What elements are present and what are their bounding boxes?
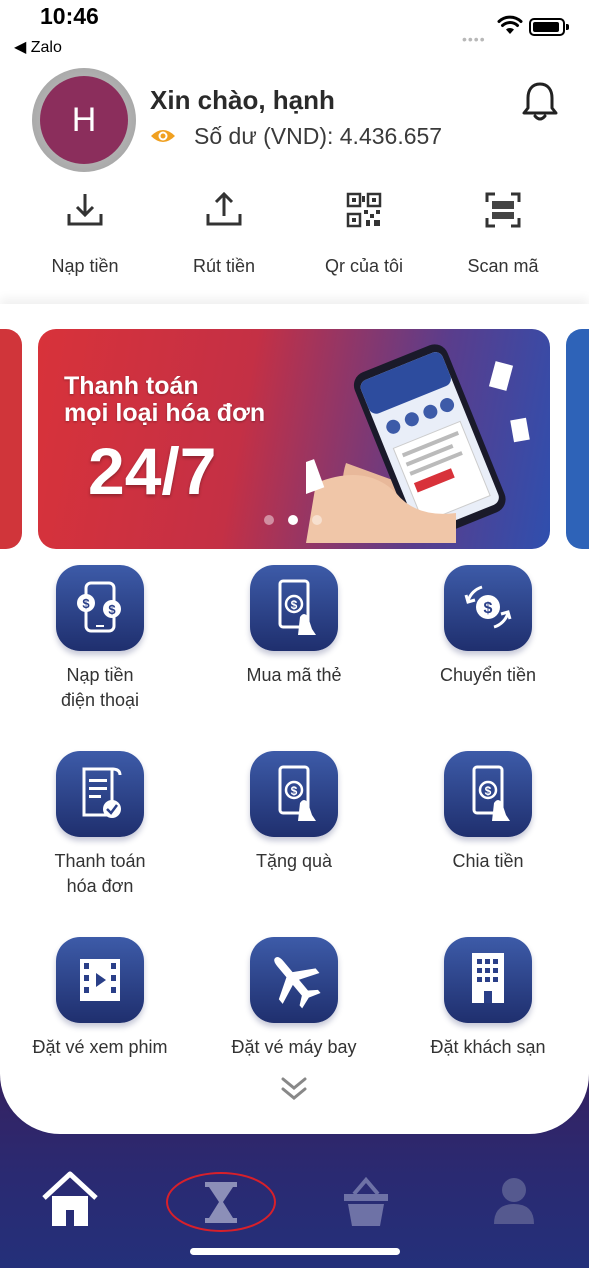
service-label: Nạp tiền điện thoại (60, 665, 140, 710)
quick-action-my-qr[interactable]: Qr của tôi (294, 190, 434, 280)
battery-icon (529, 18, 569, 36)
scan-icon (485, 192, 521, 228)
movie-ticket-icon (56, 937, 144, 1023)
greeting-text: Xin chào, hạnh (150, 85, 335, 115)
quick-action-topup[interactable]: Nạp tiền (15, 190, 155, 280)
svg-text:$: $ (291, 784, 298, 798)
hotel-icon (444, 937, 532, 1023)
service-label: Đặt vé xem phim (32, 1037, 168, 1057)
avatar[interactable]: H (40, 76, 128, 164)
user-icon[interactable] (484, 1168, 544, 1232)
download-icon (67, 194, 103, 226)
home-indicator[interactable] (190, 1248, 400, 1255)
promo-banner[interactable]: Thanh toán mọi loại hóa đơn 24/7 (38, 329, 550, 549)
phone-topup-icon: $ $ (56, 565, 144, 651)
phone-in-hand-illustration (306, 344, 530, 543)
quick-action-label: Scan mã (467, 256, 539, 276)
home-icon[interactable] (40, 1168, 100, 1232)
banner-dot-active[interactable] (288, 515, 298, 525)
quick-action-label: Rút tiền (192, 256, 256, 276)
bill-icon (56, 751, 144, 837)
svg-text:$: $ (485, 784, 492, 798)
card-code-icon: $ (250, 565, 338, 651)
basket-icon[interactable] (336, 1168, 396, 1232)
status-time: 10:46 (40, 3, 99, 29)
svg-text:$: $ (82, 596, 90, 611)
back-to-app-link[interactable]: ◀ Zalo (14, 37, 62, 57)
quick-action-label: Nạp tiền (51, 256, 119, 276)
split-money-icon: $ (444, 751, 532, 837)
banner-big-text: 24/7 (88, 434, 217, 508)
upload-icon (206, 191, 242, 226)
banner-dot[interactable] (264, 515, 274, 525)
banner-next-peek[interactable] (566, 329, 589, 549)
quick-action-label: Qr của tôi (324, 256, 404, 276)
wifi-icon (497, 15, 523, 34)
qr-code-icon (346, 192, 382, 228)
eye-icon[interactable] (150, 126, 176, 146)
gift-money-icon: $ (250, 751, 338, 837)
airplane-icon (250, 937, 338, 1023)
quick-action-scan[interactable]: Scan mã (433, 190, 573, 280)
banner-title: Thanh toán mọi loại hóa đơn (64, 373, 265, 427)
service-label: Chia tiền (452, 851, 524, 871)
service-label: Mua mã thẻ (246, 665, 342, 685)
service-label: Tặng quà (255, 851, 333, 871)
banner-prev-peek[interactable] (0, 329, 22, 549)
banner-title-line1: Thanh toán (64, 372, 199, 400)
svg-text:$: $ (108, 602, 116, 617)
service-label: Đặt khách sạn (430, 1037, 546, 1057)
highlight-annotation-circle (166, 1172, 276, 1232)
svg-text:$: $ (291, 598, 298, 612)
balance-text: Số dư (VND): 4.436.657 (194, 123, 443, 149)
status-bar: 10:46 ◀ Zalo •••• (0, 0, 589, 60)
banner-pagination (264, 515, 328, 527)
service-label: Đặt vé máy bay (231, 1037, 357, 1057)
transfer-icon: $ (444, 565, 532, 651)
svg-text:$: $ (484, 600, 493, 617)
banner-title-line2: mọi loại hóa đơn (64, 399, 266, 427)
bell-icon[interactable] (520, 80, 560, 124)
quick-action-withdraw[interactable]: Rút tiền (154, 190, 294, 280)
signal-icon: •••• (462, 31, 486, 47)
banner-dot[interactable] (312, 515, 322, 525)
chevron-double-down-icon[interactable] (279, 1075, 309, 1103)
service-label: Thanh toán hóa đơn (54, 851, 146, 896)
service-label: Chuyển tiền (439, 665, 537, 685)
